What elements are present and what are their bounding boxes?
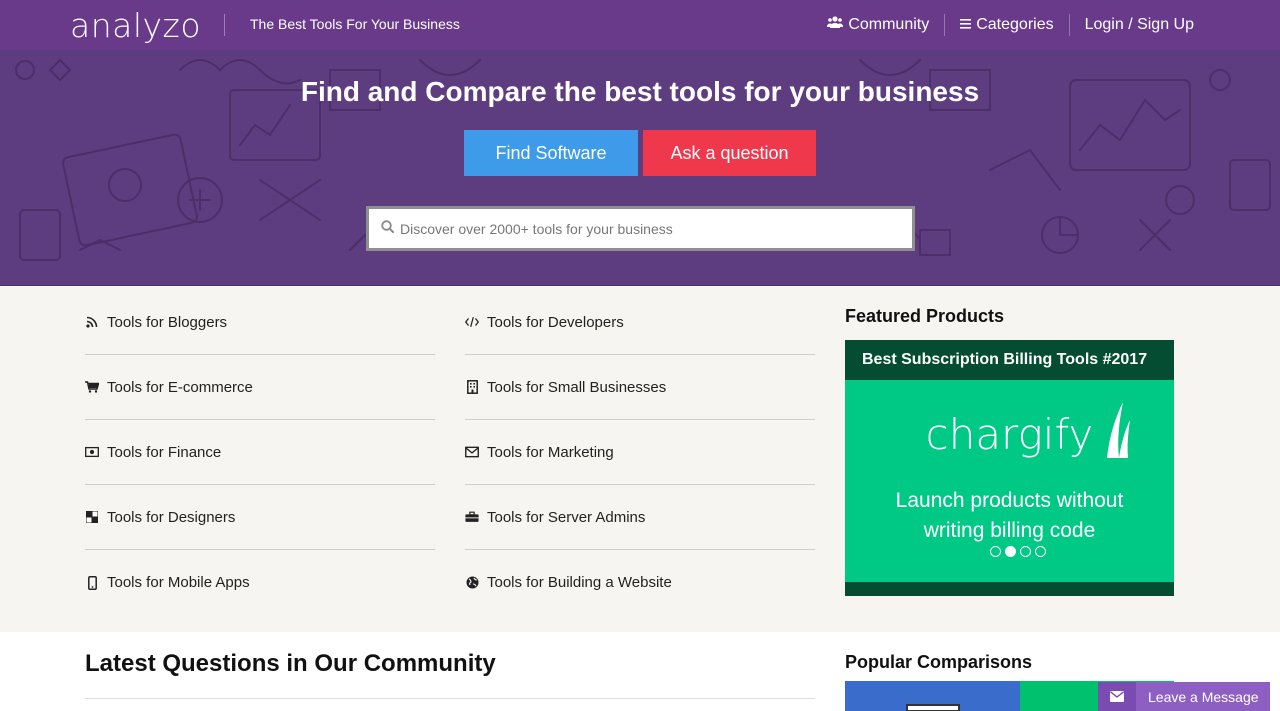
leave-message-label: Leave a Message (1148, 688, 1259, 705)
hero-title: Find and Compare the best tools for your… (300, 76, 980, 107)
globe-icon (465, 576, 479, 590)
menu-icon (960, 16, 972, 34)
mobile-icon (85, 575, 99, 590)
category-column-left: Tools for Bloggers Tools for E-commerce … (85, 290, 435, 615)
category-bloggers[interactable]: Tools for Bloggers (85, 290, 435, 355)
logo[interactable]: analyzo (70, 6, 201, 45)
nav-community[interactable]: Community (812, 14, 944, 36)
code-icon (465, 315, 479, 329)
popular-comparisons-title: Popular Comparisons (845, 652, 1033, 672)
category-label: Tools for Marketing (487, 443, 614, 461)
category-label: Tools for Small Businesses (487, 378, 667, 396)
category-small-businesses[interactable]: Tools for Small Businesses (465, 355, 815, 420)
category-designers[interactable]: Tools for Designers (85, 485, 435, 550)
featured-product-card[interactable]: Best Subscription Billing Tools #2017 ch… (845, 340, 1174, 596)
leave-message-widget[interactable]: Leave a Message (1098, 682, 1270, 711)
category-label: Tools for Finance (107, 443, 222, 461)
envelope-icon (1098, 682, 1136, 711)
top-navbar: analyzo The Best Tools For Your Business… (0, 0, 1280, 50)
money-icon (85, 445, 99, 459)
search-input[interactable] (400, 220, 880, 237)
find-software-button[interactable]: Find Software (464, 130, 638, 176)
main-nav: Community Categories Login / Sign Up (812, 0, 1194, 50)
tagline: The Best Tools For Your Business (250, 16, 460, 32)
comparison-thumbnail-graphic (906, 704, 960, 711)
category-label: Tools for Mobile Apps (107, 574, 250, 591)
category-developers[interactable]: Tools for Developers (465, 290, 815, 355)
latest-questions-title: Latest Questions in Our Community (85, 650, 496, 677)
carousel-dot[interactable] (1020, 546, 1031, 557)
category-ecommerce[interactable]: Tools for E-commerce (85, 355, 435, 420)
category-label: Tools for Building a Website (487, 574, 672, 591)
category-label: Tools for Developers (487, 313, 624, 331)
category-finance[interactable]: Tools for Finance (85, 420, 435, 485)
category-column-right: Tools for Developers Tools for Small Bus… (465, 290, 815, 615)
search-icon (381, 219, 394, 238)
nav-login-signup[interactable]: Login / Sign Up (1068, 14, 1194, 36)
briefcase-icon (465, 510, 479, 524)
featured-card-footer (845, 582, 1174, 596)
cart-icon (85, 380, 99, 394)
envelope-icon (465, 445, 479, 459)
chargify-swoosh-icon (1107, 402, 1130, 458)
category-label: Tools for E-commerce (107, 378, 253, 396)
comparison-thumbnail[interactable] (845, 681, 1020, 711)
palette-icon (85, 510, 99, 524)
hero-section: Find and Compare the best tools for your… (0, 50, 1280, 286)
carousel-dots (990, 546, 1046, 557)
category-building-website[interactable]: Tools for Building a Website (465, 550, 815, 615)
category-server-admins[interactable]: Tools for Server Admins (465, 485, 815, 550)
search-box (369, 209, 912, 248)
section-divider (85, 698, 815, 699)
category-label: Tools for Server Admins (487, 508, 646, 526)
category-label: Tools for Bloggers (107, 313, 228, 331)
category-mobile-apps[interactable]: Tools for Mobile Apps (85, 550, 435, 615)
nav-categories[interactable]: Categories (944, 14, 1068, 36)
carousel-dot[interactable] (990, 546, 1001, 557)
lower-section: Latest Questions in Our Community Popula… (0, 632, 1280, 711)
category-marketing[interactable]: Tools for Marketing (465, 420, 815, 485)
category-label: Tools for Designers (107, 508, 236, 526)
building-icon (465, 380, 479, 394)
users-icon (827, 16, 844, 34)
nav-categories-label: Categories (976, 16, 1054, 33)
carousel-dot-active[interactable] (1005, 546, 1016, 557)
carousel-dot[interactable] (1035, 546, 1046, 557)
rss-icon (85, 315, 99, 329)
ask-question-button[interactable]: Ask a question (643, 130, 816, 176)
search-bar (366, 206, 915, 251)
logo-divider (224, 14, 225, 36)
featured-tagline: Launch products without writing billing … (895, 489, 1124, 542)
featured-card-heading: Best Subscription Billing Tools #2017 (845, 340, 1174, 380)
featured-products-title: Featured Products (845, 306, 1005, 326)
nav-community-label: Community (848, 16, 930, 33)
